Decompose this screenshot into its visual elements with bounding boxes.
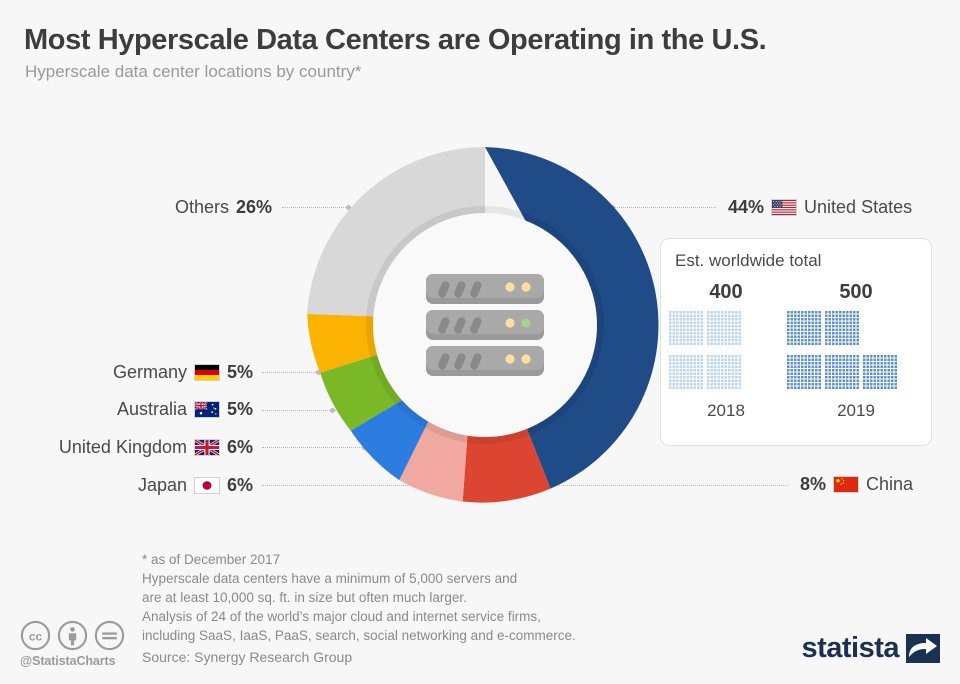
footnote-line-4: Analysis of 24 of the world’s major clou… [142, 609, 541, 624]
slice-label-united-kingdom: United Kingdom 6% [0, 437, 253, 458]
slice-label-japan: Japan 6% [0, 475, 253, 496]
slice-label-others: Others 26% [0, 197, 272, 218]
slice-label-germany-name: Germany [112, 362, 187, 382]
total-2019-value: 500 [839, 281, 873, 303]
slice-label-australia-pct: 5% [226, 399, 253, 419]
page-subtitle: Hyperscale data center locations by coun… [25, 62, 362, 81]
slice-label-united-kingdom-pct: 6% [226, 437, 253, 457]
footnote-line-5: including SaaS, IaaS, PaaS, search, soci… [142, 628, 576, 643]
worldwide-total-title: Est. worldwide total [675, 251, 822, 270]
footnote: * as of December 2017 Hyperscale data ce… [142, 550, 576, 645]
source-text: Source: Synergy Research Group [142, 649, 353, 665]
footnote-line-3: are at least 10,000 sq. ft. in size but … [142, 590, 467, 605]
worldwide-total-card: Est. worldwide total 400 500 2018 2019 [660, 238, 932, 446]
statista-logo-text: statista [801, 632, 899, 664]
attribution-icon[interactable] [57, 620, 88, 651]
footnote-line-2: Hyperscale data centers have a minimum o… [142, 571, 518, 586]
svg-text:cc: cc [29, 630, 43, 644]
year-label-2018: 2018 [707, 401, 745, 420]
slice-label-united-states: 44% United States [728, 197, 912, 218]
server-rack-icon [426, 274, 544, 376]
year-label-2019: 2019 [837, 401, 875, 420]
page-title: Most Hyperscale Data Centers are Operati… [24, 24, 767, 56]
slice-label-united-states-name: United States [804, 197, 913, 217]
flag-de-icon [193, 364, 220, 381]
slice-label-china-name: China [866, 474, 914, 494]
slice-label-china-pct: 8% [800, 474, 827, 494]
slice-label-germany-pct: 5% [226, 362, 253, 382]
slice-label-australia-name: Australia [116, 399, 187, 419]
pictograph-2019 [787, 311, 897, 389]
flag-au-icon [193, 401, 220, 418]
no-derivatives-icon[interactable] [94, 620, 125, 651]
slice-label-others-pct: 26% [235, 197, 272, 217]
cc-icon-row: cc [20, 620, 140, 651]
donut-chart [300, 140, 670, 510]
creative-commons-block: cc @StatistaCharts [20, 620, 140, 668]
statista-handle: @StatistaCharts [20, 654, 116, 668]
statista-logo-mark [906, 634, 940, 663]
slice-label-others-name: Others [174, 197, 229, 217]
slice-label-germany: Germany 5% [0, 362, 253, 383]
pictograph-2018 [669, 311, 741, 389]
slice-label-japan-pct: 6% [226, 475, 253, 495]
creative-commons-icon[interactable]: cc [20, 620, 51, 651]
statista-logo[interactable]: statista [801, 632, 940, 665]
total-2018-value: 400 [709, 281, 743, 303]
flag-gb-icon [193, 439, 220, 456]
flag-cn-icon [833, 476, 860, 493]
infographic-root: Most Hyperscale Data Centers are Operati… [0, 0, 960, 684]
footnote-line-1: * as of December 2017 [142, 552, 281, 567]
slice-label-japan-name: Japan [137, 475, 187, 495]
slice-label-united-states-pct: 44% [728, 197, 765, 217]
slice-label-united-kingdom-name: United Kingdom [58, 437, 187, 457]
flag-us-icon [771, 199, 798, 216]
flag-jp-icon [193, 477, 220, 494]
slice-label-china: 8% China [800, 474, 913, 495]
slice-label-australia: Australia 5% [0, 399, 253, 420]
